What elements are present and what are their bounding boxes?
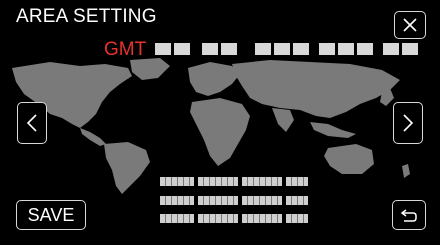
chevron-right-icon [403,114,414,132]
page-title: AREA SETTING [16,6,157,27]
return-icon [400,209,417,222]
previous-area-button[interactable] [17,102,47,144]
gmt-offset-value-redacted [155,43,237,55]
close-icon [403,18,417,32]
time-value-redacted [255,43,418,55]
save-button[interactable]: SAVE [16,200,86,230]
city-row [160,214,308,223]
world-map-icon[interactable] [10,58,430,196]
chevron-left-icon [26,114,37,132]
city-row [160,177,308,186]
city-row [160,196,308,205]
back-button[interactable] [392,200,426,230]
gmt-offset-row: GMT [0,38,440,60]
close-button[interactable] [394,11,426,39]
next-area-button[interactable] [393,102,423,144]
